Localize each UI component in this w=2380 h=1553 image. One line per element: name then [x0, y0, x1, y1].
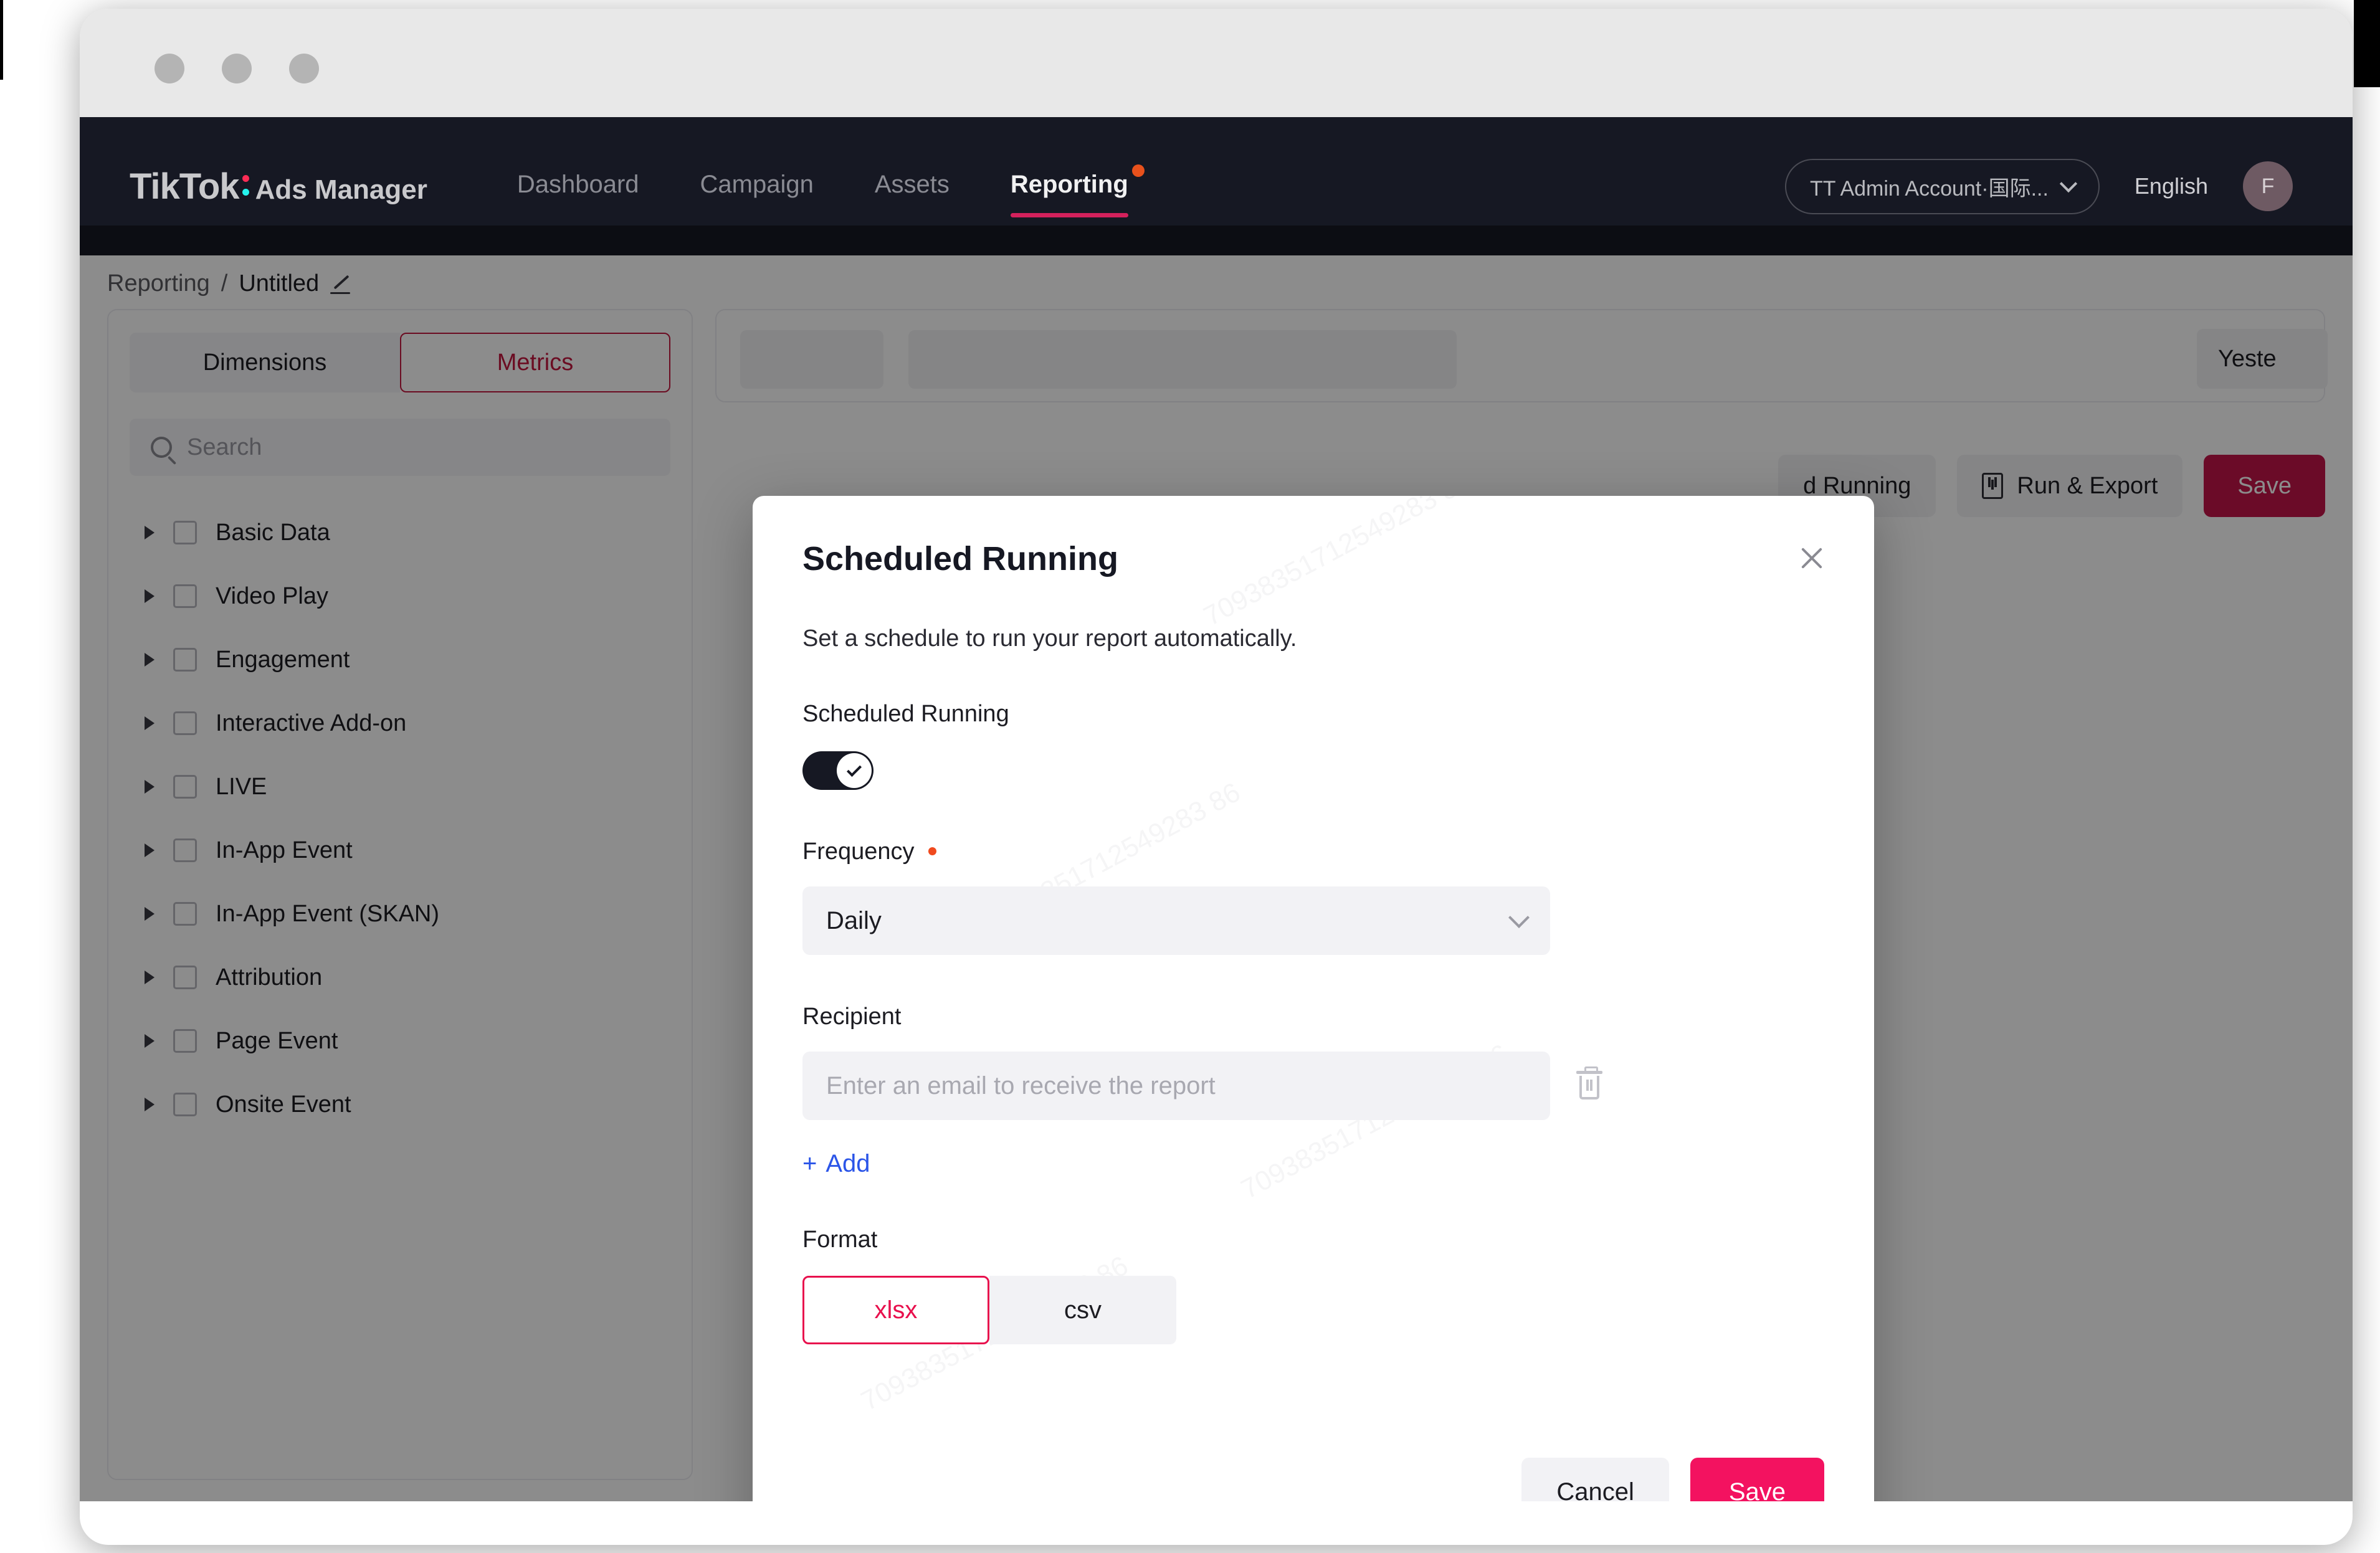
nav-item-campaign[interactable]: Campaign — [700, 171, 814, 202]
nav-item-reporting-label: Reporting — [1010, 170, 1128, 198]
left-edge-bar — [0, 0, 3, 80]
tiktok-ads-manager-logo[interactable]: TikTok Ads Manager — [130, 166, 427, 207]
frequency-selected-value: Daily — [826, 906, 882, 934]
dialog-footer: Cancel Save — [1521, 1458, 1824, 1501]
recipient-email-input[interactable] — [802, 1052, 1550, 1120]
dialog-save-button[interactable]: Save — [1690, 1458, 1824, 1501]
check-icon — [846, 761, 862, 777]
minimize-window-dot[interactable] — [222, 54, 252, 83]
browser-window: TikTok Ads Manager Dashboard Campaign As… — [80, 9, 2353, 1545]
chevron-down-icon — [2059, 174, 2078, 193]
frequency-label-text: Frequency — [802, 838, 915, 865]
tiktok-wordmark: TikTok — [130, 166, 240, 207]
maximize-window-dot[interactable] — [289, 54, 319, 83]
chevron-down-icon — [1508, 907, 1530, 928]
nav-item-assets[interactable]: Assets — [875, 171, 950, 202]
dialog-title: Scheduled Running — [802, 540, 1118, 577]
account-selector[interactable]: TT Admin Account·国际... — [1784, 158, 2100, 214]
trash-icon[interactable] — [1576, 1066, 1602, 1101]
account-name-label: TT Admin Account·国际... — [1809, 176, 2049, 201]
app-viewport: TikTok Ads Manager Dashboard Campaign As… — [80, 117, 2353, 1501]
scheduled-running-toggle[interactable] — [802, 751, 873, 790]
recipient-label: Recipient — [802, 1004, 902, 1030]
toggle-knob — [837, 753, 872, 788]
format-option-xlsx[interactable]: xlsx — [802, 1276, 989, 1344]
close-icon[interactable] — [1794, 541, 1829, 576]
screenshot-root: TikTok Ads Manager Dashboard Campaign As… — [0, 0, 2380, 1553]
frequency-label: Frequency — [802, 838, 1824, 865]
window-controls — [155, 54, 319, 83]
dialog-subtitle: Set a schedule to run your report automa… — [802, 625, 1297, 652]
format-option-csv[interactable]: csv — [989, 1276, 1176, 1344]
format-toggle-group: xlsx csv — [802, 1276, 1824, 1344]
top-nav-right-group: TT Admin Account·国际... English F — [1784, 158, 2293, 214]
browser-titlebar — [80, 9, 2353, 117]
required-indicator-icon — [928, 847, 937, 856]
nav-item-reporting[interactable]: Reporting — [1010, 164, 1145, 217]
scheduled-running-toggle-label: Scheduled Running — [802, 701, 1009, 727]
format-label: Format — [802, 1227, 878, 1253]
nav-item-dashboard[interactable]: Dashboard — [517, 171, 639, 202]
add-recipient-button[interactable]: + Add — [802, 1150, 870, 1178]
ads-manager-label: Ads Manager — [255, 174, 427, 205]
tiktok-colon-icon — [240, 170, 250, 199]
close-window-dot[interactable] — [155, 54, 184, 83]
scheduled-running-dialog: 70938351712549283 86 70938351712549283 8… — [753, 496, 1874, 1501]
cancel-button[interactable]: Cancel — [1521, 1458, 1669, 1501]
avatar[interactable]: F — [2243, 161, 2293, 211]
language-selector[interactable]: English — [2135, 173, 2208, 199]
recipient-row — [802, 1052, 1824, 1120]
frequency-select[interactable]: Daily — [802, 886, 1550, 955]
plus-icon: + — [802, 1150, 817, 1177]
right-edge-bar — [2354, 0, 2380, 87]
notification-dot-icon — [1131, 164, 1145, 177]
primary-nav-links: Dashboard Campaign Assets Reporting — [517, 164, 1145, 217]
add-recipient-label: Add — [826, 1150, 870, 1177]
